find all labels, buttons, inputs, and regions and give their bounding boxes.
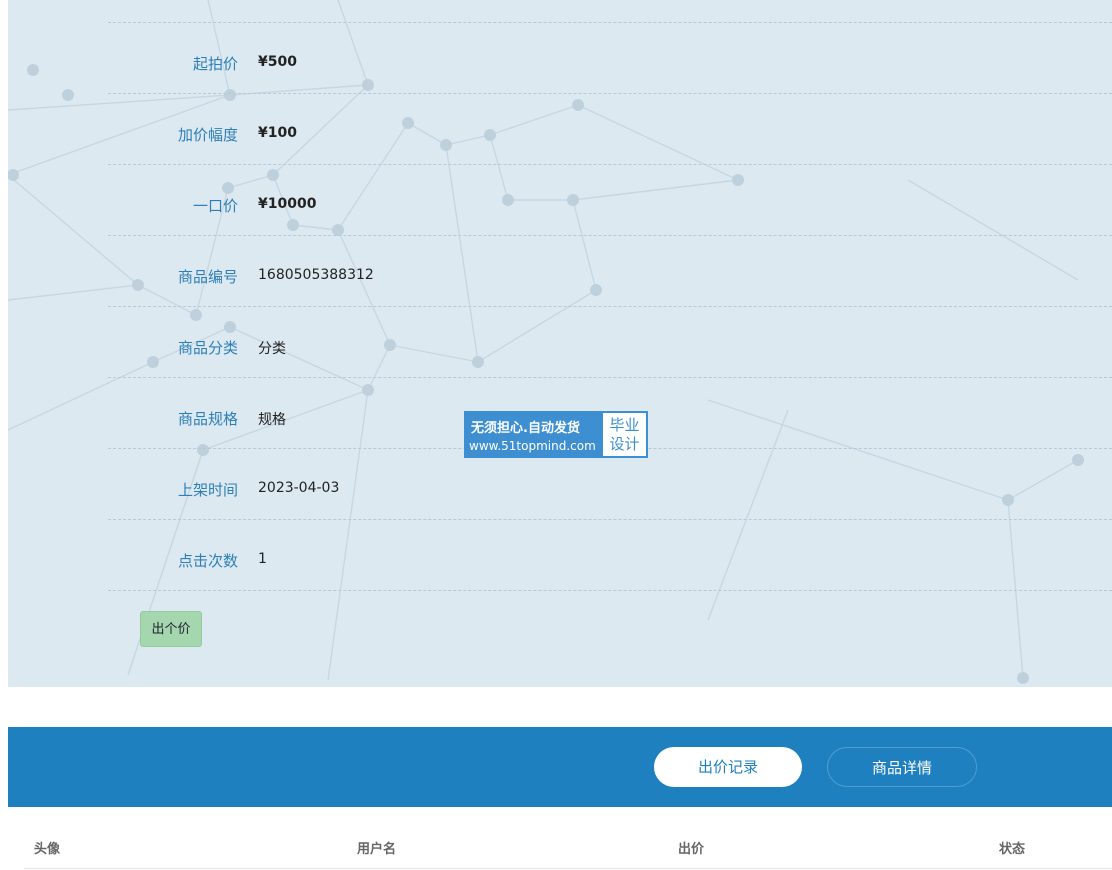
detail-label: 上架时间 bbox=[177, 481, 238, 499]
watermark-line1: 无须担心.自动发货 bbox=[471, 421, 580, 436]
detail-row: 商品编号 1680505388312 bbox=[108, 236, 1112, 307]
detail-label: 商品分类 bbox=[177, 339, 238, 357]
detail-value: ¥10000 bbox=[258, 196, 317, 212]
detail-label: 点击次数 bbox=[177, 552, 238, 570]
detail-value: 1 bbox=[258, 551, 267, 567]
detail-label: 起拍价 bbox=[192, 55, 238, 73]
detail-row: 上架时间 2023-04-03 bbox=[108, 449, 1112, 520]
detail-row: 点击次数 1 bbox=[108, 520, 1112, 591]
detail-label: 商品编号 bbox=[177, 268, 238, 286]
watermark-logo: 无须担心.自动发货 www.51topmind.com 毕业 设计 bbox=[464, 411, 648, 458]
header-username: 用户名 bbox=[357, 842, 397, 857]
detail-row: 起拍价 ¥500 bbox=[108, 23, 1112, 94]
detail-value: 分类 bbox=[258, 341, 286, 357]
detail-row: 加价幅度 ¥100 bbox=[108, 94, 1112, 165]
detail-value: 1680505388312 bbox=[258, 267, 374, 283]
detail-value: ¥500 bbox=[258, 54, 297, 70]
detail-value: ¥100 bbox=[258, 125, 297, 141]
watermark-line2: www.51topmind.com bbox=[469, 439, 596, 453]
detail-label: 商品规格 bbox=[177, 410, 238, 428]
bid-button[interactable]: 出个价 bbox=[140, 611, 202, 647]
header-status: 状态 bbox=[999, 842, 1026, 857]
tab-product-details[interactable]: 商品详情 bbox=[827, 747, 977, 787]
header-bid: 出价 bbox=[678, 842, 705, 857]
detail-label: 一口价 bbox=[192, 197, 238, 215]
header-avatar: 头像 bbox=[34, 842, 61, 857]
detail-value: 2023-04-03 bbox=[258, 480, 340, 496]
detail-row: 一口价 ¥10000 bbox=[108, 165, 1112, 236]
watermark-badge-line2: 设计 bbox=[609, 435, 640, 453]
detail-row: 商品分类 分类 bbox=[108, 307, 1112, 378]
detail-value: 规格 bbox=[258, 412, 286, 428]
detail-label: 加价幅度 bbox=[177, 126, 238, 144]
watermark-badge-line1: 毕业 bbox=[609, 416, 640, 434]
bid-table-header: 头像 用户名 出价 状态 bbox=[24, 830, 1112, 869]
watermark-badge: 毕业 设计 bbox=[603, 413, 646, 456]
tab-bid-records[interactable]: 出价记录 bbox=[654, 747, 802, 787]
product-detail-panel: 起拍价 ¥500 加价幅度 ¥100 一口价 ¥10000 商品编号 168050538831… bbox=[8, 0, 1112, 687]
tab-bar: 出价记录 商品详情 bbox=[8, 727, 1112, 807]
